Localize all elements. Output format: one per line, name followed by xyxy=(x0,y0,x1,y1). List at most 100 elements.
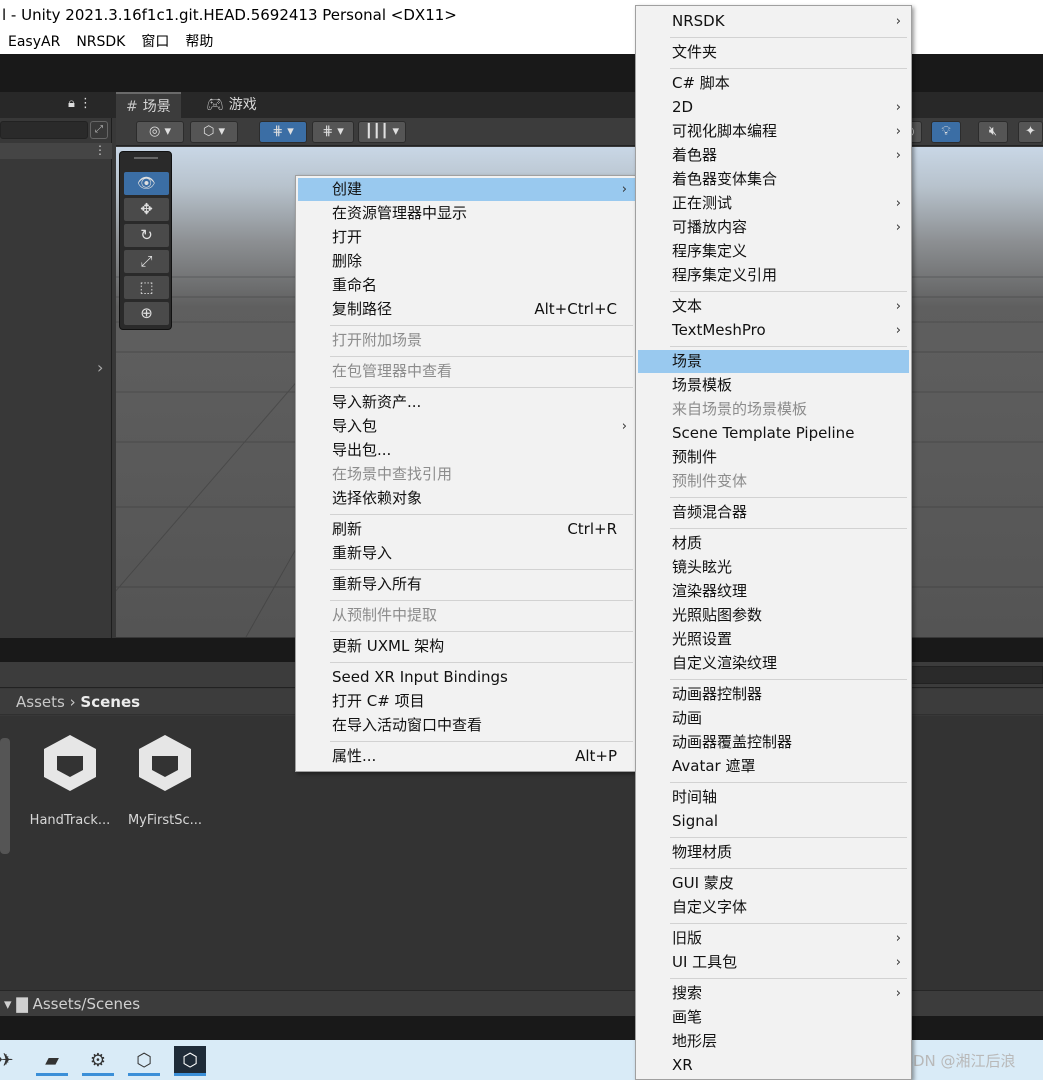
asset-item[interactable]: MyFirstSc... xyxy=(120,731,210,828)
create-submenu-item[interactable]: 动画器控制器 xyxy=(638,683,909,706)
context-menu-item[interactable]: 重新导入所有 xyxy=(298,573,635,596)
menu-nrsdk[interactable]: NRSDK xyxy=(68,30,133,54)
tab-scene[interactable]: # 场景 xyxy=(116,92,181,118)
increment-snap-button[interactable]: ┃┃┃ ▾ xyxy=(358,121,406,143)
context-menu-item[interactable]: 导入新资产... xyxy=(298,391,635,414)
create-submenu-item[interactable]: 自定义渲染纹理 xyxy=(638,652,909,675)
create-submenu-item[interactable]: 程序集定义引用 xyxy=(638,264,909,287)
lock-icon[interactable]: 🔒︎ ⋮ xyxy=(68,96,92,111)
effects-icon[interactable]: ✦ xyxy=(1018,121,1043,143)
render-mode-button[interactable]: ⬡ ▾ xyxy=(190,121,238,143)
context-menu-item[interactable]: 更新 UXML 架构 xyxy=(298,635,635,658)
hierarchy-search-input[interactable] xyxy=(0,121,88,139)
context-menu-item[interactable]: 在包管理器中查看 xyxy=(298,360,635,383)
context-menu-item[interactable]: 导入包 › xyxy=(298,415,635,438)
context-menu-item[interactable]: 从预制件中提取 xyxy=(298,604,635,627)
create-submenu-item[interactable]: 旧版 › xyxy=(638,927,909,950)
light-bulb-icon[interactable]: 💡︎ xyxy=(931,121,961,143)
rect-tool-icon[interactable]: ⬚ xyxy=(124,276,169,299)
create-submenu-item[interactable]: 场景模板 xyxy=(638,374,909,397)
context-menu-item[interactable]: 重命名 xyxy=(298,274,635,297)
asset-item[interactable]: HandTrack... xyxy=(25,731,115,828)
menu-help[interactable]: 帮助 xyxy=(177,30,221,54)
create-submenu-item[interactable]: 场景 xyxy=(638,350,909,373)
create-submenu-item[interactable]: 预制件 xyxy=(638,446,909,469)
context-menu-item[interactable]: 打开附加场景 xyxy=(298,329,635,352)
context-menu-item[interactable]: 选择依赖对象 xyxy=(298,487,635,510)
context-menu-item[interactable]: 创建 › xyxy=(298,178,635,201)
tab-game[interactable]: 🎮︎ 游戏 xyxy=(196,92,267,118)
context-menu-item[interactable]: 在导入活动窗口中查看 xyxy=(298,714,635,737)
create-submenu-item[interactable]: 自定义字体 xyxy=(638,896,909,919)
create-submenu-item[interactable]: NRSDK › xyxy=(638,10,909,33)
create-submenu-item[interactable]: 画笔 xyxy=(638,1006,909,1029)
create-submenu-item[interactable]: 可视化脚本编程 › xyxy=(638,120,909,143)
draw-mode-button[interactable]: ◎ ▾ xyxy=(136,121,184,143)
chevron-right-icon[interactable]: › xyxy=(97,358,103,377)
create-submenu-item[interactable]: 着色器 › xyxy=(638,144,909,167)
search-options-icon[interactable]: ⤢ xyxy=(90,121,108,139)
create-submenu-item[interactable]: 地形层 xyxy=(638,1030,909,1053)
create-submenu-item[interactable]: 动画器覆盖控制器 xyxy=(638,731,909,754)
context-menu-item[interactable]: 在资源管理器中显示 xyxy=(298,202,635,225)
pivot-tool-button[interactable]: ⋕ ▾ xyxy=(259,121,307,143)
context-menu-item[interactable]: 属性... Alt+P xyxy=(298,745,635,768)
context-menu-item[interactable]: 删除 xyxy=(298,250,635,273)
app-icon[interactable]: ✈ xyxy=(0,1046,22,1076)
create-submenu-item[interactable]: C# 脚本 xyxy=(638,72,909,95)
create-submenu-item[interactable]: 着色器变体集合 xyxy=(638,168,909,191)
context-menu-item[interactable]: 重新导入 xyxy=(298,542,635,565)
create-submenu-item[interactable]: XR xyxy=(638,1054,909,1077)
create-submenu-item[interactable]: 文件夹 xyxy=(638,41,909,64)
create-submenu-item[interactable]: 光照设置 xyxy=(638,628,909,651)
context-menu-item[interactable]: 导出包... xyxy=(298,439,635,462)
create-submenu-item[interactable]: 光照贴图参数 xyxy=(638,604,909,627)
create-submenu-item[interactable]: UI 工具包 › xyxy=(638,951,909,974)
create-submenu-item[interactable]: 搜索 › xyxy=(638,982,909,1005)
create-submenu-item[interactable]: 可播放内容 › xyxy=(638,216,909,239)
create-submenu-item[interactable]: 物理材质 xyxy=(638,841,909,864)
move-tool-icon[interactable]: ✥ xyxy=(124,198,169,221)
menu-easyar[interactable]: EasyAR xyxy=(0,30,68,54)
scrollbar[interactable] xyxy=(0,738,10,854)
context-menu-item[interactable]: 刷新 Ctrl+R xyxy=(298,518,635,541)
unity-icon[interactable]: ⬡ xyxy=(174,1046,206,1076)
create-submenu-item[interactable]: 渲染器纹理 xyxy=(638,580,909,603)
create-submenu-item[interactable]: Scene Template Pipeline xyxy=(638,422,909,445)
audio-mute-icon[interactable]: 🔇︎ xyxy=(978,121,1008,143)
palette-handle[interactable] xyxy=(134,157,158,159)
context-menu-item[interactable]: 复制路径 Alt+Ctrl+C xyxy=(298,298,635,321)
unity-icon[interactable]: ⬡ xyxy=(128,1046,160,1076)
create-submenu-item[interactable]: 2D › xyxy=(638,96,909,119)
gear-icon[interactable]: ⚙ xyxy=(82,1046,114,1076)
create-submenu-item[interactable]: 正在测试 › xyxy=(638,192,909,215)
breadcrumb-current[interactable]: Scenes xyxy=(80,693,140,711)
grid-snap-button[interactable]: ⋕ ▾ xyxy=(312,121,354,143)
create-submenu-item[interactable]: 动画 xyxy=(638,707,909,730)
project-search-input[interactable] xyxy=(910,666,1043,684)
create-submenu-item[interactable]: 预制件变体 xyxy=(638,470,909,493)
kebab-menu-icon[interactable]: ⋮ xyxy=(94,143,106,157)
create-submenu-item[interactable]: 程序集定义 xyxy=(638,240,909,263)
create-submenu-item[interactable]: Signal xyxy=(638,810,909,833)
menu-window[interactable]: 窗口 xyxy=(133,30,177,54)
create-submenu-item[interactable]: 材质 xyxy=(638,532,909,555)
create-submenu-item[interactable]: GUI 蒙皮 xyxy=(638,872,909,895)
context-menu-item[interactable]: 在场景中查找引用 xyxy=(298,463,635,486)
scale-tool-icon[interactable]: ⤢ xyxy=(124,250,169,273)
create-submenu-item[interactable]: Avatar 遮罩 xyxy=(638,755,909,778)
create-submenu-item[interactable]: 文本 › xyxy=(638,295,909,318)
context-menu-item[interactable]: Seed XR Input Bindings xyxy=(298,666,635,689)
create-submenu-item[interactable]: 镜头眩光 xyxy=(638,556,909,579)
create-submenu-item[interactable]: 音频混合器 xyxy=(638,501,909,524)
create-submenu-item[interactable]: 时间轴 xyxy=(638,786,909,809)
app-icon[interactable]: ▰ xyxy=(36,1046,68,1076)
view-tool-icon[interactable]: 👁︎ xyxy=(124,172,169,195)
context-menu-item[interactable]: 打开 xyxy=(298,226,635,249)
transform-tool-icon[interactable]: ⊕ xyxy=(124,302,169,325)
breadcrumb-root[interactable]: Assets xyxy=(16,693,65,711)
create-submenu-item[interactable]: 来自场景的场景模板 xyxy=(638,398,909,421)
context-menu-item[interactable]: 打开 C# 项目 xyxy=(298,690,635,713)
create-submenu-item[interactable]: TextMeshPro › xyxy=(638,319,909,342)
rotate-tool-icon[interactable]: ↻ xyxy=(124,224,169,247)
